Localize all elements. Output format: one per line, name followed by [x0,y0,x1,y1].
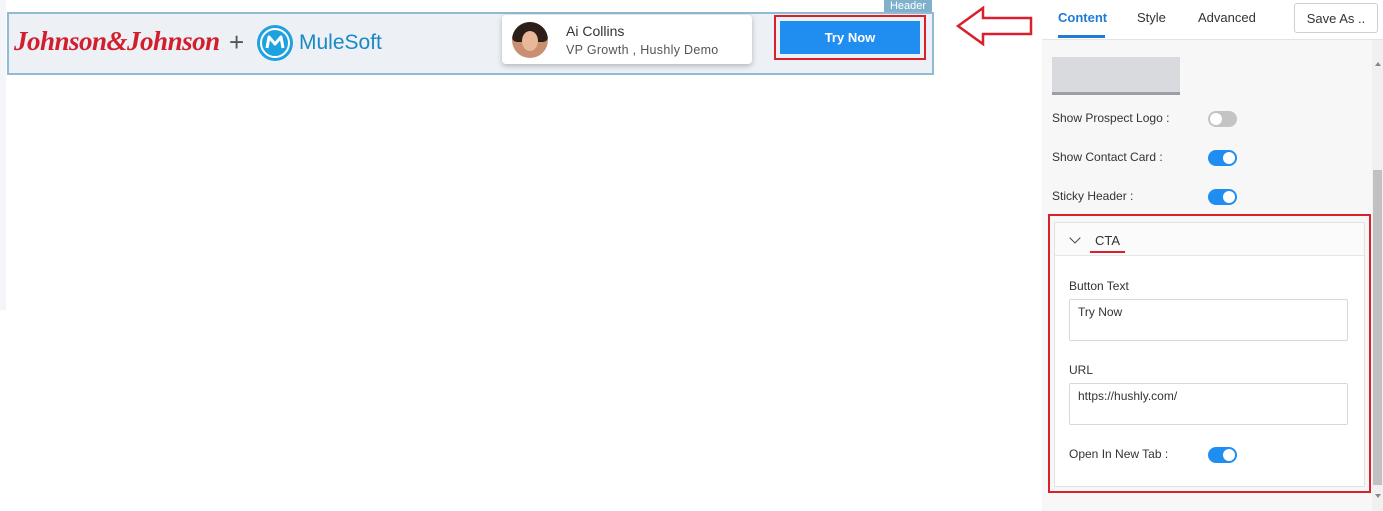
header-preview[interactable]: Johnson&Johnson + MuleSoft Ai Collins VP… [7,12,934,75]
chevron-down-icon[interactable] [1069,232,1081,244]
mulesoft-logo-icon [257,25,293,61]
sticky-header-label: Sticky Header : [1052,189,1134,203]
show-prospect-logo-label: Show Prospect Logo : [1052,111,1170,125]
logo-preview-thumbnail[interactable] [1052,57,1180,95]
show-contact-card-toggle[interactable] [1208,150,1237,166]
contact-name: Ai Collins [566,23,625,39]
show-prospect-logo-toggle[interactable] [1208,111,1237,127]
scroll-up-icon[interactable] [1375,62,1381,66]
url-input[interactable]: https://hushly.com/ [1069,383,1348,425]
cta-section-title: CTA [1095,233,1121,248]
header-block-tag[interactable]: Header [884,0,932,12]
active-tab-indicator [1058,35,1105,38]
contact-card[interactable]: Ai Collins VP Growth , Hushly Demo [502,15,752,64]
cta-section-highlight: CTA Button Text Try Now URL https://hush… [1048,214,1371,493]
scrollbar-thumb[interactable] [1373,170,1382,485]
tab-content[interactable]: Content [1058,10,1107,25]
save-as-button[interactable]: Save As .. [1294,3,1378,33]
pointer-arrow-icon [955,4,1035,48]
cta-section-header[interactable]: CTA [1055,223,1364,256]
page-canvas: Header Johnson&Johnson + MuleSoft Ai Col… [0,0,1040,511]
show-contact-card-label: Show Contact Card : [1052,150,1163,164]
tab-advanced[interactable]: Advanced [1198,10,1256,25]
tab-style[interactable]: Style [1137,10,1166,25]
panel-tabs: Content Style Advanced Save As .. [1042,0,1383,40]
sticky-header-toggle[interactable] [1208,189,1237,205]
open-new-tab-label: Open In New Tab : [1069,447,1169,461]
cta-highlight-box: Try Now [774,15,926,60]
contact-title: VP Growth , Hushly Demo [566,43,719,57]
try-now-button[interactable]: Try Now [780,21,920,54]
url-label: URL [1069,363,1094,377]
button-text-input[interactable]: Try Now [1069,299,1348,341]
prospect-logo: Johnson&Johnson [14,26,220,56]
settings-panel: Content Style Advanced Save As .. Show P… [1042,0,1383,511]
button-text-label: Button Text [1069,279,1129,293]
canvas-edge [0,0,6,310]
cta-section: CTA Button Text Try Now URL https://hush… [1054,222,1365,487]
cta-title-underline [1090,251,1125,253]
plus-separator: + [229,27,245,57]
avatar [512,22,548,58]
scroll-down-icon[interactable] [1375,494,1381,498]
open-new-tab-toggle[interactable] [1208,447,1237,463]
partner-logo-text: MuleSoft [299,31,382,54]
